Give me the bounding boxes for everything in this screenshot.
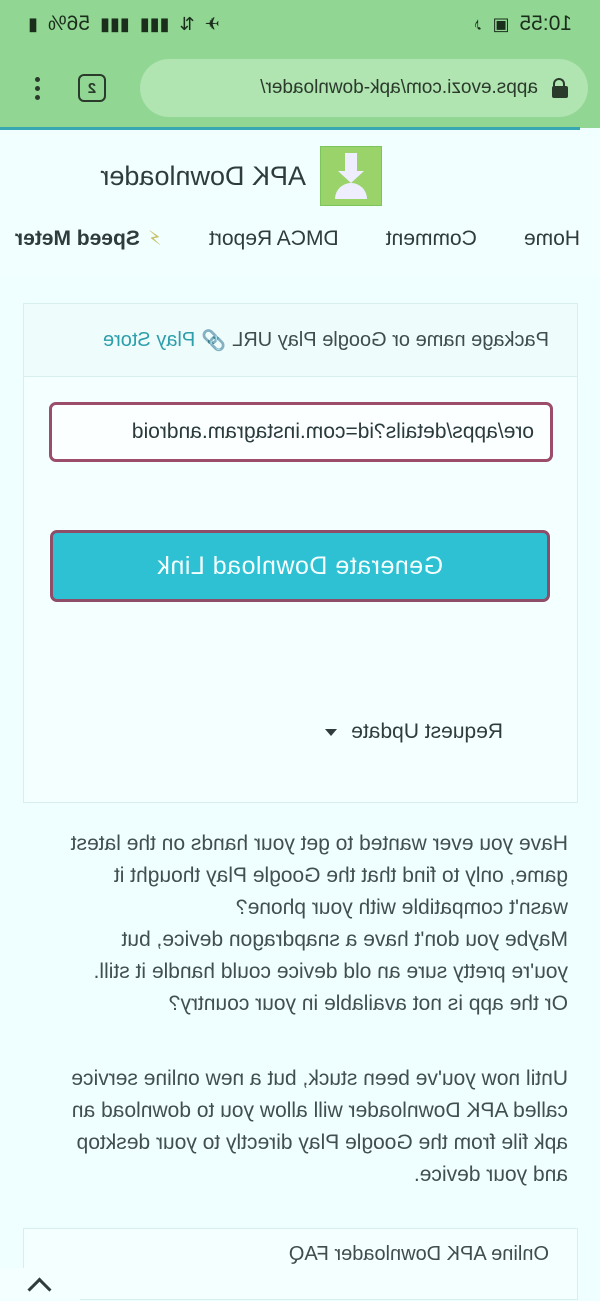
form-label-text: Package name or Google Play URL <box>232 328 549 351</box>
text-line: game, only to find that the Google Play … <box>113 864 568 887</box>
browser-toolbar: apps.evozi.com/apk-downloader/ 2 <box>0 48 600 128</box>
scroll-to-top-button[interactable] <box>0 1268 80 1301</box>
form-label: Package name or Google Play URL 🔗 Play S… <box>24 304 577 377</box>
link-icon: 🔗 <box>201 329 227 352</box>
clock: 10:55 <box>519 12 572 35</box>
url-text: apps.evozi.com/apk-downloader/ <box>260 77 538 98</box>
address-bar[interactable]: apps.evozi.com/apk-downloader/ <box>140 59 588 117</box>
nav-speed-meter-label: Speed Meter <box>15 226 140 250</box>
status-left: 10:55 ▣ ♪ <box>473 12 572 36</box>
text-line: you're pretty sure an old device could h… <box>93 960 568 983</box>
text-line: wasn't compatible with your phone? <box>235 896 568 919</box>
signal-icon: ▮▮▮ <box>139 14 170 34</box>
intro-paragraph-1: Have you ever wanted to get your hands o… <box>22 828 568 1020</box>
status-bar: 10:55 ▣ ♪ ✈ ⇅ ▮▮▮ ▮▮▮ 56% ▮ <box>0 0 600 48</box>
site-logo[interactable]: APK Downloader <box>100 146 382 206</box>
text-line: called APK Downloader will allow you to … <box>71 1099 568 1122</box>
nav-speed-meter[interactable]: ⚡ Speed Meter <box>15 226 162 251</box>
nav-dmca-report[interactable]: DMCA Report <box>209 227 339 251</box>
battery-percent: 56% <box>47 12 90 35</box>
network-icon: ⇅ <box>179 14 195 34</box>
play-store-link[interactable]: Play Store <box>103 329 195 352</box>
site-nav: Home Comment DMCA Report ⚡ Speed Meter <box>15 226 580 251</box>
text-line: Until now you've been stuck, but a new o… <box>71 1067 568 1090</box>
site-header: APK Downloader Home Comment DMCA Report … <box>0 130 600 276</box>
nav-comment[interactable]: Comment <box>386 227 477 251</box>
intro-paragraph-2: Until now you've been stuck, but a new o… <box>22 1063 568 1191</box>
text-line: Have you ever wanted to get your hands o… <box>70 832 568 855</box>
site-title: APK Downloader <box>100 160 306 191</box>
package-url-input[interactable] <box>49 402 553 462</box>
tab-switcher-button[interactable]: 2 <box>78 74 106 102</box>
faq-card[interactable]: Online APK Downloader FAQ <box>23 1228 578 1300</box>
text-line: apk file from the Google Play directly t… <box>76 1131 568 1154</box>
request-update-toggle[interactable]: Request Update <box>325 720 503 744</box>
text-line: and your device. <box>413 1163 568 1186</box>
status-right: ✈ ⇅ ▮▮▮ ▮▮▮ 56% ▮ <box>28 12 220 36</box>
generate-download-link-button[interactable]: Generate Download Link <box>50 530 550 602</box>
text-line: Or the app is not available in your coun… <box>168 992 568 1015</box>
nav-home[interactable]: Home <box>524 227 580 251</box>
more-options-icon[interactable] <box>35 76 40 100</box>
request-update-label: Request Update <box>351 720 503 743</box>
bolt-icon: ⚡ <box>147 228 162 250</box>
faq-title: Online APK Downloader FAQ <box>288 1243 549 1265</box>
battery-icon: ▮ <box>28 14 38 34</box>
lock-icon <box>552 78 568 98</box>
mirrored-screen: 10:55 ▣ ♪ ✈ ⇅ ▮▮▮ ▮▮▮ 56% ▮ apps.evozi.c… <box>0 0 600 1301</box>
android-download-icon <box>320 146 382 206</box>
caret-down-icon <box>325 728 338 736</box>
notification-icon: ♪ <box>473 14 483 34</box>
image-icon: ▣ <box>492 14 510 34</box>
download-form-card: Package name or Google Play URL 🔗 Play S… <box>23 303 578 803</box>
signal2-icon: ▮▮▮ <box>99 14 130 34</box>
text-line: Maybe you don't have a snapdragon device… <box>121 928 569 951</box>
chevron-up-icon <box>27 1276 53 1301</box>
mute-icon: ✈ <box>204 14 220 34</box>
